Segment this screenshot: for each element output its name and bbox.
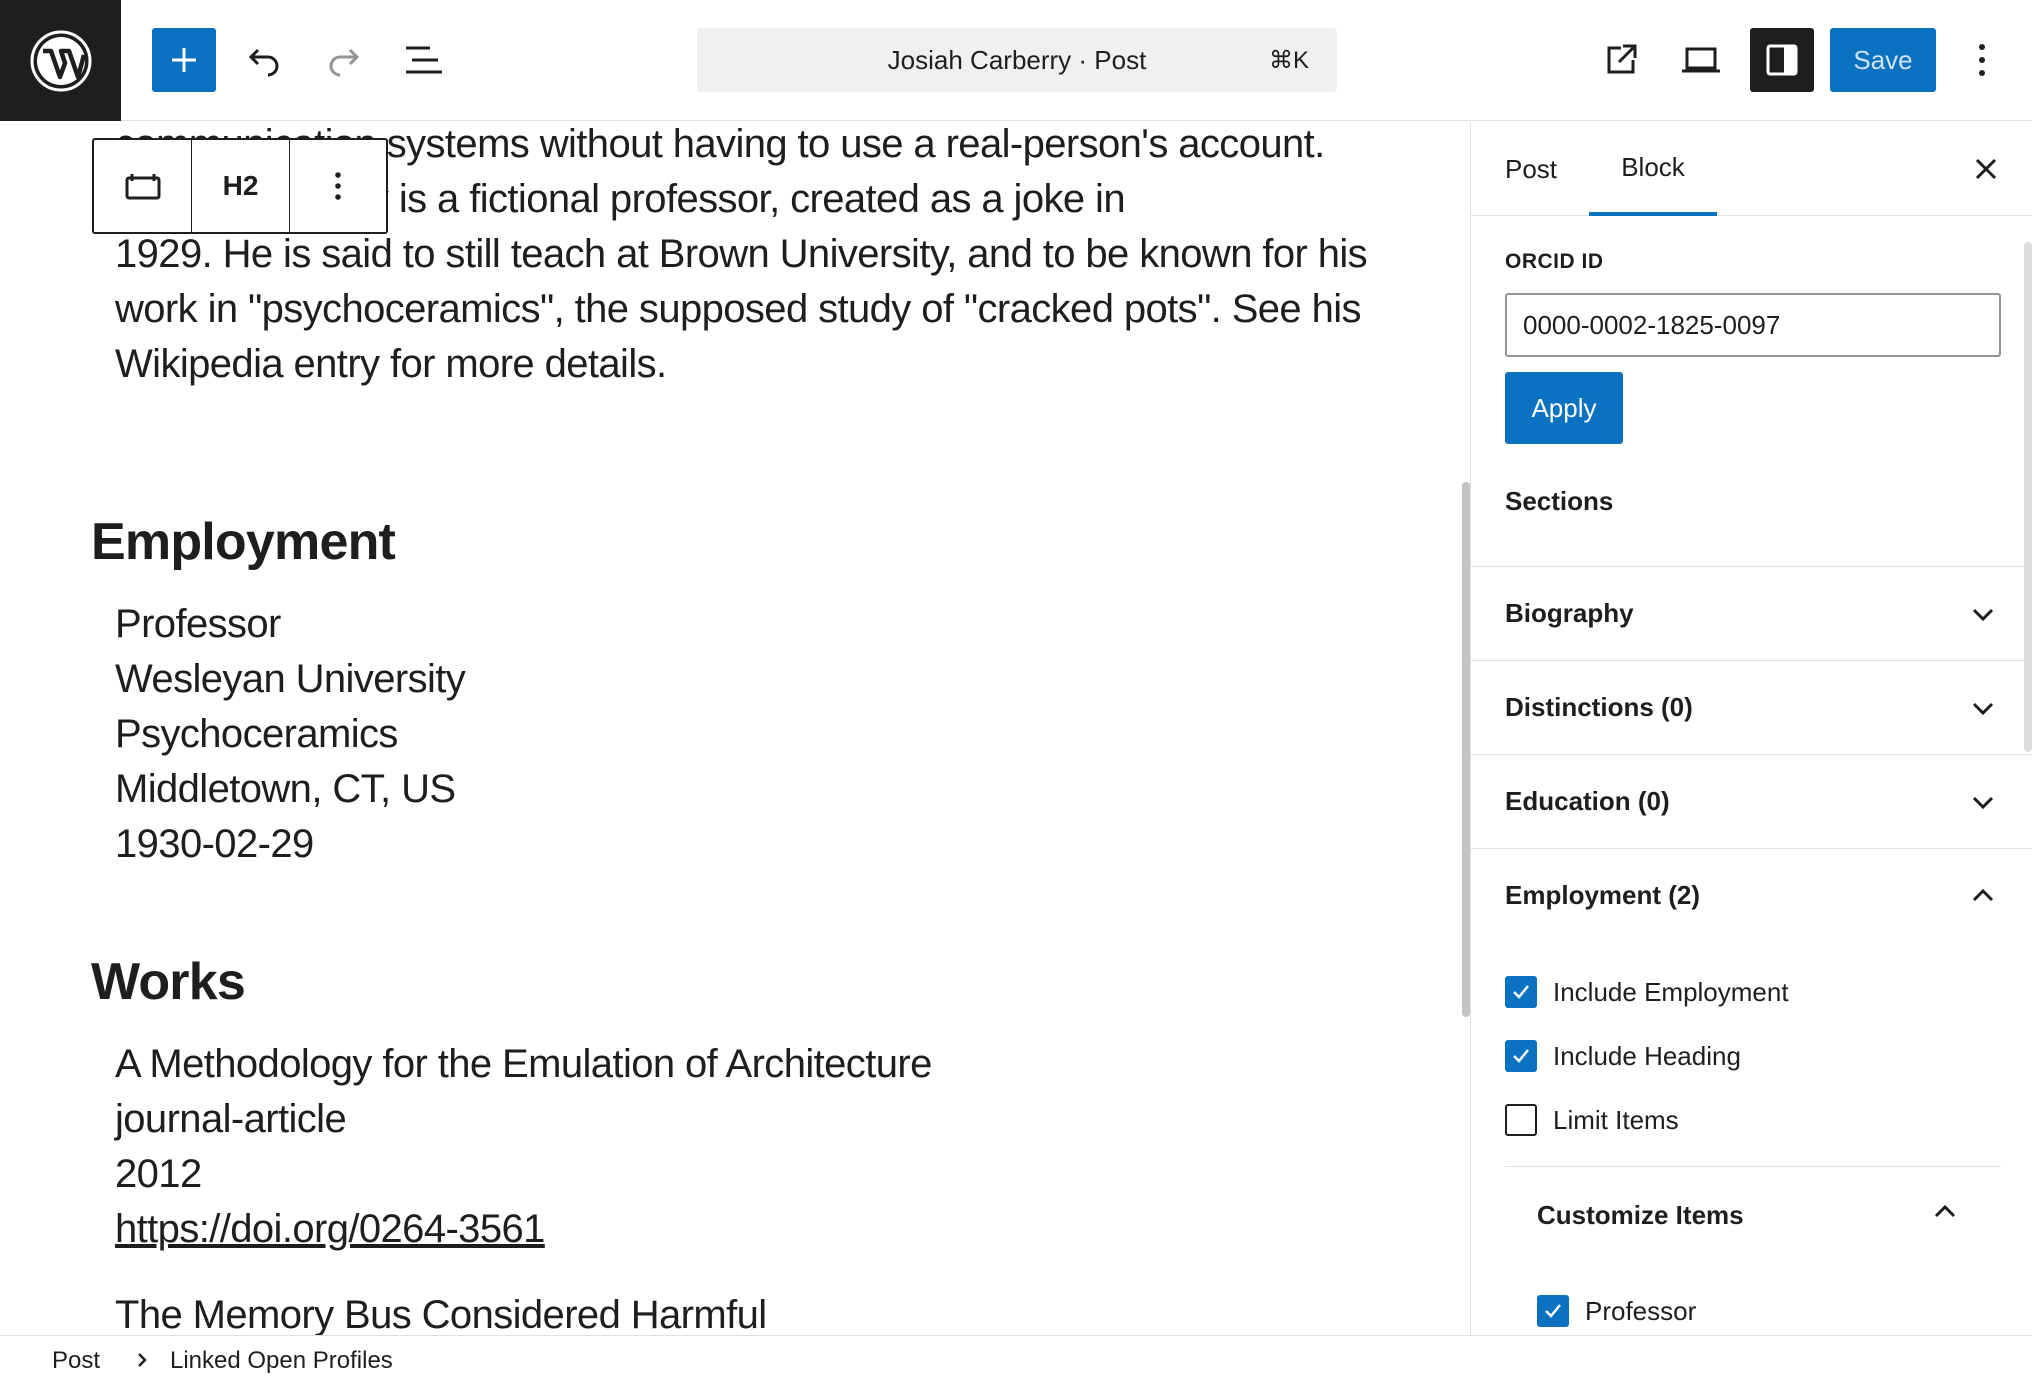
undo-button[interactable]: [232, 28, 296, 92]
breadcrumb: Post Linked Open Profiles: [0, 1335, 2032, 1384]
redo-icon: [329, 48, 360, 77]
tab-post[interactable]: Post: [1505, 122, 1557, 216]
view-post-button[interactable]: [1589, 28, 1653, 92]
block-type-icon: [125, 174, 160, 200]
checkbox-checked-icon[interactable]: [1537, 1295, 1569, 1327]
panel-distinctions[interactable]: Distinctions (0): [1471, 660, 2032, 754]
breadcrumb-item-block[interactable]: Linked Open Profiles: [170, 1347, 393, 1375]
checkbox-label: Include Employment: [1553, 976, 1789, 1007]
chevron-up-icon: [1972, 888, 1994, 902]
breadcrumb-item-post[interactable]: Post: [52, 1347, 100, 1375]
checkbox-checked-icon[interactable]: [1505, 1040, 1537, 1072]
work-item[interactable]: A Methodology for the Emulation of Archi…: [115, 1037, 932, 1257]
panel-employment[interactable]: Employment (2): [1471, 848, 2032, 942]
tab-block[interactable]: Block: [1589, 122, 1717, 216]
customize-items-toggle[interactable]: Customize Items: [1537, 1200, 1744, 1231]
orcid-label: ORCID ID: [1505, 250, 1604, 273]
work-title: A Methodology for the Emulation of Archi…: [115, 1042, 932, 1086]
chevron-down-icon: [1972, 608, 1994, 622]
checkbox-label: Include Heading: [1553, 1040, 1741, 1071]
panel-title: Education (0): [1505, 786, 1670, 816]
work-year: 2012: [115, 1152, 202, 1196]
employment-role: Professor: [115, 602, 281, 646]
options-button[interactable]: [1950, 28, 2014, 92]
external-link-icon: [1607, 44, 1637, 74]
more-vertical-icon: [1979, 44, 1985, 76]
work-item[interactable]: The Memory Bus Considered Harmful: [115, 1288, 767, 1335]
divider: [1505, 1166, 2001, 1167]
redo-button[interactable]: [312, 28, 376, 92]
command-shortcut: ⌘K: [1268, 46, 1309, 74]
editor-scrollbar[interactable]: [1462, 482, 1470, 1017]
intro-line: 1929. He is said to still teach at Brown…: [115, 232, 1368, 276]
employment-organization: Wesleyan University: [115, 657, 466, 701]
heading-level-button[interactable]: H2: [192, 140, 290, 232]
plus-icon: [172, 48, 196, 72]
chevron-down-icon: [1972, 796, 1994, 810]
checkbox-unchecked-icon[interactable]: [1505, 1104, 1537, 1136]
command-palette-button[interactable]: Josiah Carberry · Post ⌘K: [697, 28, 1337, 92]
checkbox-checked-icon[interactable]: [1505, 976, 1537, 1008]
apply-button[interactable]: Apply: [1505, 372, 1623, 444]
panel-education[interactable]: Education (0): [1471, 754, 2032, 848]
work-doi-link[interactable]: https://doi.org/0264-3561: [115, 1202, 932, 1257]
list-view-icon: [406, 46, 442, 74]
chevron-up-icon[interactable]: [1929, 1196, 1961, 1228]
customize-item-checkbox[interactable]: Professor: [1537, 1295, 1696, 1327]
include-heading-checkbox[interactable]: Include Heading: [1505, 1040, 1741, 1072]
checkbox-label: Professor: [1585, 1295, 1697, 1326]
employment-date: 1930-02-29: [115, 822, 314, 866]
limit-items-checkbox[interactable]: Limit Items: [1505, 1104, 1679, 1136]
editor-header: Josiah Carberry · Post ⌘K Save: [0, 0, 2032, 121]
block-inserter-button[interactable]: [152, 28, 216, 92]
preview-button[interactable]: [1669, 28, 1733, 92]
close-icon: [1975, 158, 1997, 180]
intro-line: work in "psychoceramics", the supposed s…: [115, 287, 1362, 331]
sidebar-icon: [1766, 44, 1798, 76]
work-title: The Memory Bus Considered Harmful: [115, 1293, 767, 1335]
panel-title: Biography: [1505, 598, 1634, 628]
employment-heading[interactable]: Employment: [91, 512, 396, 572]
include-employment-checkbox[interactable]: Include Employment: [1505, 976, 1789, 1008]
block-type-button[interactable]: [94, 140, 192, 232]
panel-title: Employment (2): [1505, 880, 1701, 910]
close-sidebar-button[interactable]: [1961, 144, 2011, 194]
more-vertical-icon: [335, 172, 341, 200]
employment-location: Middletown, CT, US: [115, 767, 456, 811]
chevron-right-icon: [138, 1353, 147, 1367]
block-toolbar: H2: [92, 138, 388, 234]
work-type: journal-article: [115, 1097, 347, 1141]
settings-button[interactable]: [1750, 28, 1814, 92]
orcid-input[interactable]: [1505, 293, 2001, 357]
save-button[interactable]: Save: [1830, 28, 1936, 92]
editor-canvas[interactable]: communication systems without having to …: [0, 122, 1470, 1335]
employment-department: Psychoceramics: [115, 712, 398, 756]
wordpress-logo-icon[interactable]: [0, 0, 121, 121]
block-options-button[interactable]: [290, 140, 386, 232]
laptop-icon: [1682, 47, 1720, 73]
sidebar-tabs: Post Block: [1471, 122, 2032, 216]
works-heading[interactable]: Works: [91, 952, 246, 1012]
sections-label: Sections: [1505, 486, 1614, 516]
employment-entry[interactable]: Professor Wesleyan University Psychocera…: [115, 597, 466, 872]
chevron-down-icon: [1972, 702, 1994, 716]
panel-title: Distinctions (0): [1505, 692, 1693, 722]
intro-line: Wikipedia entry for more details.: [115, 342, 667, 386]
panel-biography[interactable]: Biography: [1471, 566, 2032, 660]
settings-sidebar: Post Block ORCID ID Apply Sections Biogr…: [1470, 122, 2032, 1335]
checkbox-label: Limit Items: [1553, 1104, 1679, 1135]
document-overview-button[interactable]: [392, 28, 456, 92]
document-title: Josiah Carberry · Post: [887, 44, 1147, 75]
undo-icon: [248, 48, 279, 77]
